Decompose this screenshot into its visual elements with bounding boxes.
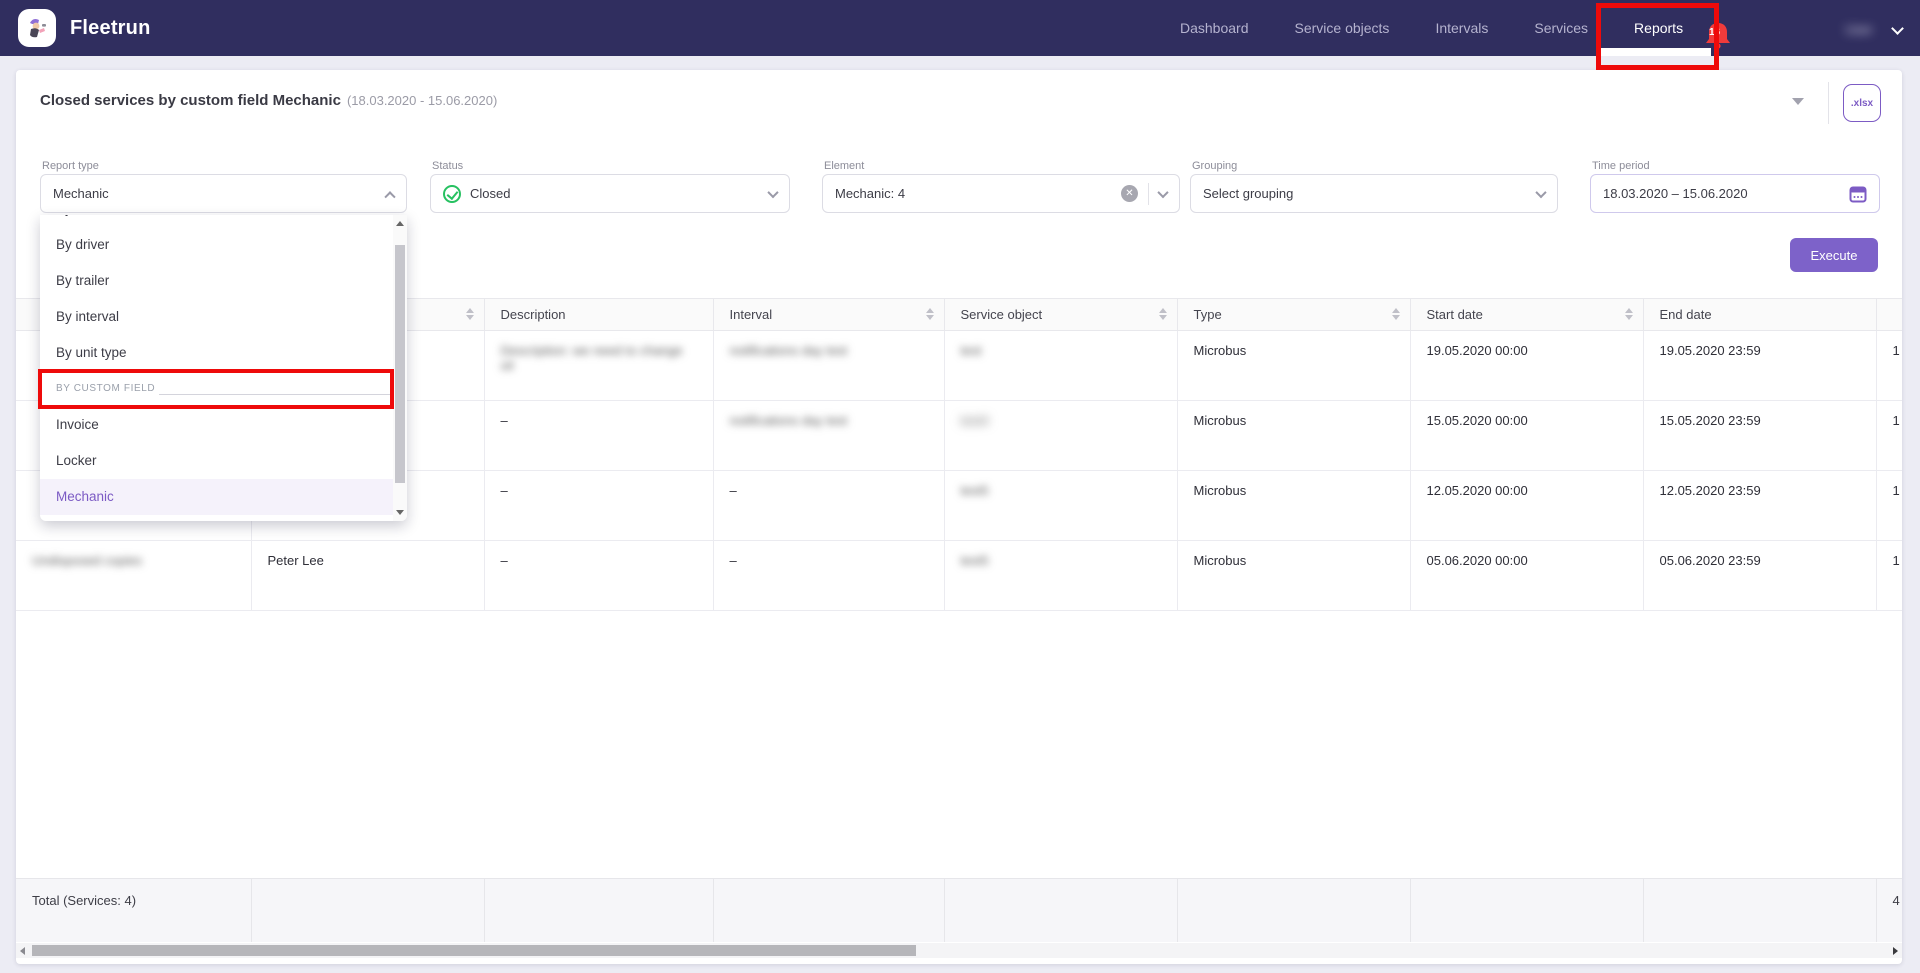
scroll-down-arrow-icon[interactable] <box>396 510 404 515</box>
status-select[interactable]: Closed <box>430 174 790 213</box>
title-divider <box>1828 82 1829 124</box>
scroll-up-arrow-icon[interactable] <box>396 221 404 226</box>
report-type-options: By unit By driver By trailer By interval… <box>40 215 393 515</box>
time-period-input[interactable]: 18.03.2020 – 15.06.2020 <box>1590 174 1880 213</box>
field-separator <box>1148 183 1149 205</box>
scroll-right-arrow-icon[interactable] <box>1893 947 1898 955</box>
option-by-unit-type[interactable]: By unit type <box>40 335 393 371</box>
report-title: Closed services by custom field Mechanic… <box>40 92 497 109</box>
group-header-by-custom-field: BY CUSTOM FIELD <box>40 371 393 407</box>
report-type-label: Report type <box>42 160 99 172</box>
nav-services[interactable]: Services <box>1534 20 1588 36</box>
group-divider-line <box>159 394 391 395</box>
element-value: Mechanic: 4 <box>835 186 905 201</box>
fleetrun-logo-icon[interactable] <box>18 9 56 47</box>
report-type-value: Mechanic <box>53 186 109 201</box>
execute-button[interactable]: Execute <box>1790 238 1878 272</box>
report-date-range: (18.03.2020 - 15.06.2020) <box>347 93 497 108</box>
chevron-down-icon <box>767 186 778 197</box>
element-label: Element <box>824 160 864 172</box>
blurred-cell: test5 <box>944 541 1177 611</box>
col-start-date[interactable]: Start date <box>1410 299 1643 331</box>
option-by-trailer[interactable]: By trailer <box>40 263 393 299</box>
export-xlsx-button[interactable]: .xlsx <box>1843 84 1881 122</box>
sort-icon[interactable] <box>1392 308 1400 320</box>
col-service-object[interactable]: Service object <box>944 299 1177 331</box>
nav-reports[interactable]: Reports <box>1634 20 1683 36</box>
scrollbar-thumb[interactable] <box>32 945 916 956</box>
sort-icon[interactable] <box>466 308 474 320</box>
blurred-cell: Undisposed copies <box>16 541 251 611</box>
col-duration[interactable] <box>1876 299 1902 331</box>
horizontal-scrollbar[interactable] <box>16 943 1902 958</box>
report-title-text: Closed services by custom field Mechanic <box>40 92 341 109</box>
status-value: Closed <box>470 186 510 201</box>
blurred-cell: test5 <box>944 471 1177 541</box>
brand-name: Fleetrun <box>70 0 151 56</box>
grouping-select[interactable]: Select grouping <box>1190 174 1558 213</box>
report-title-row: Closed services by custom field Mechanic… <box>16 70 1902 134</box>
blurred-cell: test4 <box>944 401 1177 471</box>
option-locker[interactable]: Locker <box>40 443 393 479</box>
nav-dashboard[interactable]: Dashboard <box>1180 20 1249 36</box>
grouping-placeholder: Select grouping <box>1203 186 1293 201</box>
chevron-down-icon <box>1535 186 1546 197</box>
col-end-date[interactable]: End date <box>1643 299 1876 331</box>
report-type-select[interactable]: Mechanic <box>40 174 407 213</box>
sort-icon[interactable] <box>926 308 934 320</box>
blurred-cell: test <box>944 331 1177 401</box>
top-navigation-bar: Fleetrun Dashboard Service objects Inter… <box>0 0 1920 56</box>
dropdown-scrollbar-thumb[interactable] <box>395 245 405 483</box>
report-type-dropdown: By unit By driver By trailer By interval… <box>40 215 407 521</box>
blurred-cell: notifications day test <box>713 401 944 471</box>
notification-count-badge: 16 <box>1709 27 1720 38</box>
element-select[interactable]: Mechanic: 4 ✕ <box>822 174 1180 213</box>
option-mechanic-selected[interactable]: Mechanic <box>40 479 393 515</box>
option-by-driver[interactable]: By driver <box>40 227 393 263</box>
grouping-label: Grouping <box>1192 160 1237 172</box>
scroll-left-arrow-icon[interactable] <box>20 947 25 955</box>
calendar-icon <box>1849 185 1867 203</box>
nav-service-objects[interactable]: Service objects <box>1295 20 1390 36</box>
mechanic-mascot-icon <box>24 15 50 41</box>
blurred-cell: notifications day test <box>713 331 944 401</box>
clear-element-icon[interactable]: ✕ <box>1121 185 1138 202</box>
status-label: Status <box>432 160 463 172</box>
option-by-interval[interactable]: By interval <box>40 299 393 335</box>
time-period-label: Time period <box>1592 160 1650 172</box>
dropdown-scrollbar[interactable] <box>393 215 407 521</box>
total-duration: 4 d <box>1876 879 1902 942</box>
blurred-cell: Description: we need to change oil <box>484 331 713 401</box>
table-total-row: Total (Services: 4) 4 d <box>16 878 1902 942</box>
col-interval[interactable]: Interval <box>713 299 944 331</box>
reports-active-underline <box>1601 48 1711 56</box>
notification-bell-icon[interactable]: 16 <box>1701 20 1735 54</box>
nav-intervals[interactable]: Intervals <box>1435 20 1488 36</box>
col-description[interactable]: Description <box>484 299 713 331</box>
app-screen: Fleetrun Dashboard Service objects Inter… <box>0 0 1920 973</box>
user-menu-chevron-down-icon[interactable] <box>1891 22 1904 35</box>
sort-icon[interactable] <box>1625 308 1633 320</box>
collapse-report-chevron-icon[interactable] <box>1792 98 1804 105</box>
chevron-down-icon <box>1157 186 1168 197</box>
user-name[interactable]: User <box>1833 16 1885 42</box>
time-period-value: 18.03.2020 – 15.06.2020 <box>1603 186 1748 201</box>
total-label: Total (Services: 4) <box>16 879 251 942</box>
status-closed-check-icon <box>443 185 461 203</box>
table-row[interactable]: Undisposed copies Peter Lee – – test5 Mi… <box>16 541 1902 611</box>
sort-icon[interactable] <box>1159 308 1167 320</box>
option-invoice[interactable]: Invoice <box>40 407 393 443</box>
report-card: Closed services by custom field Mechanic… <box>16 70 1902 964</box>
col-type[interactable]: Type <box>1177 299 1410 331</box>
chevron-up-icon <box>384 191 395 202</box>
option-by-unit[interactable]: By unit <box>40 215 393 227</box>
